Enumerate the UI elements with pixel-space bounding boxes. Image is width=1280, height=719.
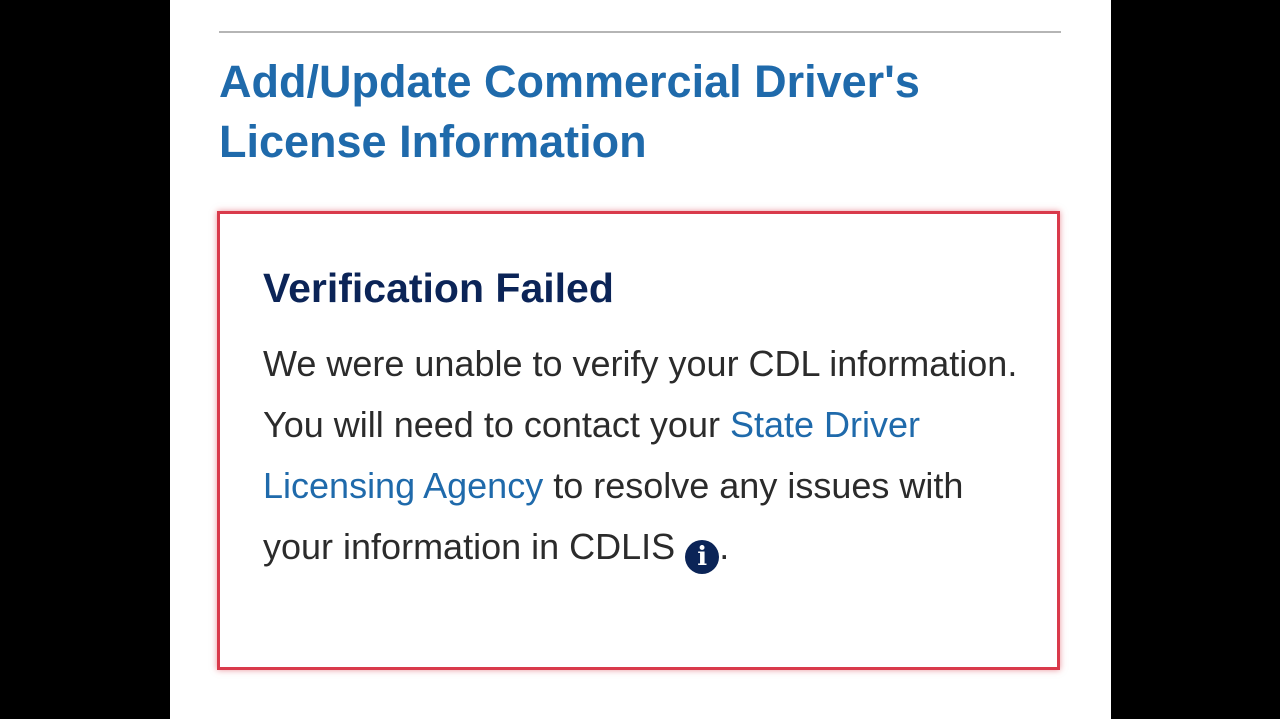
alert-heading: Verification Failed (263, 265, 614, 311)
alert-message: We were unable to verify your CDL inform… (263, 333, 1033, 577)
info-circle-icon[interactable]: i (685, 540, 720, 574)
page-title: Add/Update Commercial Driver's License I… (219, 56, 920, 167)
section-divider (219, 31, 1061, 33)
verification-error-alert: Verification Failed We were unable to ve… (217, 211, 1060, 670)
alert-text-period: . (719, 526, 730, 567)
content-panel: Add/Update Commercial Driver's License I… (170, 0, 1111, 719)
